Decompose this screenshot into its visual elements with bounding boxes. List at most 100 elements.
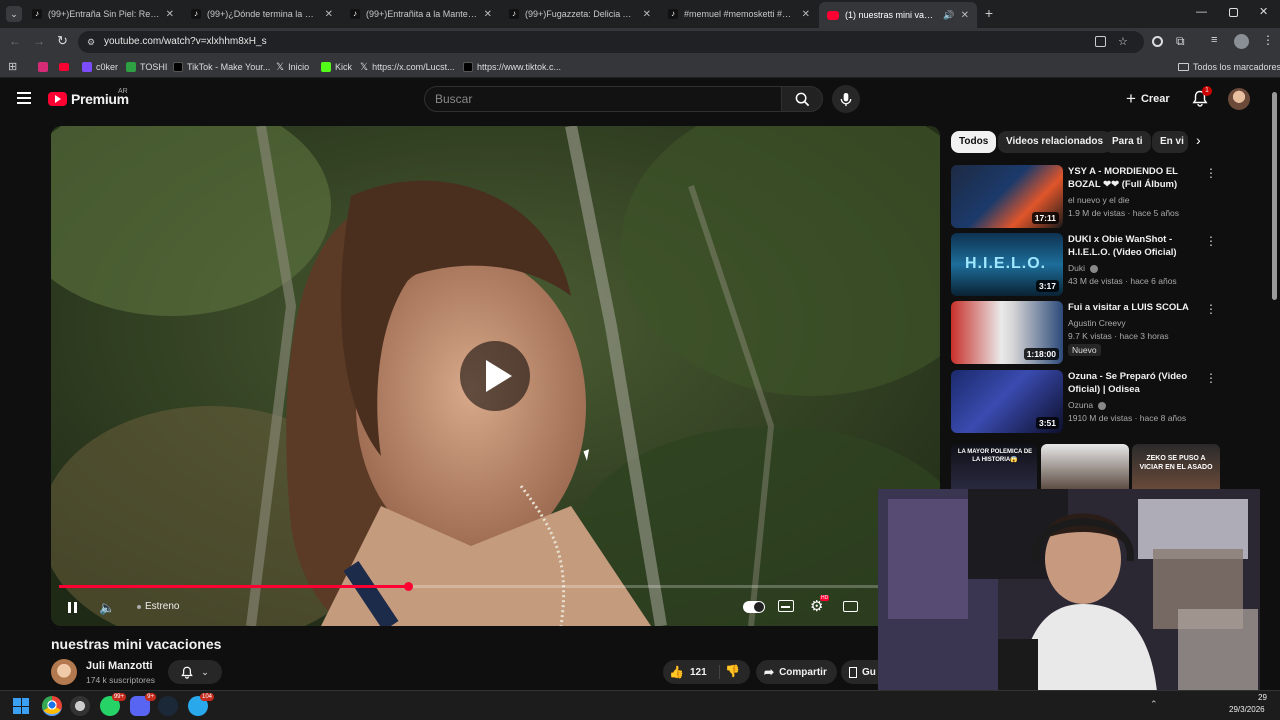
bookmark-c0ker[interactable]: c0ker [82,60,118,74]
more-options-icon[interactable]: ⋮ [1205,235,1217,247]
notifications-button[interactable]: 1 [1192,86,1212,112]
save-button[interactable]: Gu [841,660,878,684]
pause-button[interactable] [65,600,81,616]
share-button[interactable]: ➦ Compartir [756,660,837,684]
recommendation-title[interactable]: YSY A - MORDIENDO EL BOZAL ❤❤ (Full Álbu… [1068,165,1202,191]
close-window-icon[interactable]: ✕ [1259,5,1268,18]
whatsapp-taskbar-icon[interactable]: 99+ [100,693,126,716]
bookmark-kick[interactable]: Kick [321,60,352,74]
settings-button[interactable]: ⚙ HD [810,595,830,615]
browser-tab-active[interactable]: (1) nuestras mini vacacione 🔊 ✕ [819,2,977,28]
short-card[interactable]: LA MAYOR POLEMICA DE LA HISTORIA😱 [951,444,1037,490]
more-options-icon[interactable]: ⋮ [1205,372,1217,384]
discord-taskbar-icon[interactable]: 9+ [130,693,156,716]
autoplay-toggle[interactable] [743,601,765,613]
forward-icon[interactable]: → [33,34,45,48]
close-tab-icon[interactable]: ✕ [802,9,810,20]
video-thumbnail[interactable]: 17:11 [951,165,1063,228]
filter-chip-related[interactable]: Videos relacionados [998,131,1112,153]
recommendation-title[interactable]: Fui a visitar a LUIS SCOLA [1068,301,1202,314]
hamburger-menu-icon[interactable] [17,92,31,104]
close-tab-icon[interactable]: ✕ [484,9,492,20]
like-button[interactable]: 👍 121 [669,660,707,684]
create-button[interactable]: + Crear [1126,86,1170,112]
video-thumbnail[interactable]: H.I.E.L.O. 3:17 [951,233,1063,296]
start-button[interactable] [13,698,29,714]
recommendation-channel[interactable]: Ozuna [1068,399,1107,411]
account-avatar[interactable] [1228,88,1250,110]
speaker-icon[interactable]: 🔊 [943,10,954,21]
bookmark-tiktok[interactable]: TikTok - Make Your... [173,60,270,74]
restore-window-icon[interactable] [1229,8,1238,17]
reload-icon[interactable]: ↻ [57,33,68,49]
recommendation-item[interactable]: 3:51 Ozuna - Se Preparó (Video Oficial) … [951,370,1221,436]
big-play-button[interactable] [460,341,530,411]
chrome-taskbar-icon[interactable] [42,696,62,716]
recommendation-title[interactable]: Ozuna - Se Preparó (Video Oficial) | Odi… [1068,370,1202,396]
recommendation-channel[interactable]: Agustin Creevy [1068,317,1126,329]
voice-search-button[interactable] [832,85,860,113]
dislike-button[interactable]: 👎 [725,664,740,678]
install-app-icon[interactable] [1095,36,1106,47]
bookmark-toshi[interactable]: TOSHI [126,60,167,74]
recommendation-title[interactable]: DUKI x Obie WanShot - H.I.E.L.O. (Video … [1068,233,1202,259]
search-button[interactable] [781,86,823,112]
bookmark-tiktok-url[interactable]: https://www.tiktok.c... [463,60,561,74]
recommendation-item[interactable]: 17:11 YSY A - MORDIENDO EL BOZAL ❤❤ (Ful… [951,165,1221,231]
new-tab-button[interactable]: + [981,5,997,21]
close-tab-icon[interactable]: ✕ [961,10,969,21]
browser-tab[interactable]: ♪ #memuel #memosketti #marti ✕ [660,4,818,24]
profile-avatar[interactable] [1234,34,1249,49]
clock-time[interactable]: 29 [1258,693,1267,702]
browser-tab[interactable]: ♪ (99+)Entraña Sin Piel: Recetas y ✕ [24,4,182,24]
close-tab-icon[interactable]: ✕ [643,9,651,20]
video-thumbnail[interactable]: 1:18:00 [951,301,1063,364]
channel-avatar[interactable] [51,659,77,685]
search-input[interactable]: Buscar [424,86,782,112]
app-taskbar-icon[interactable] [70,696,90,716]
url-field[interactable]: ⚙ youtube.com/watch?v=xlxhhm8xH_s ☆ [78,31,1144,53]
back-icon[interactable]: ← [9,34,21,48]
bookmark-inicio[interactable]: 𝕏 Inicio [276,60,309,74]
media-control-icon[interactable]: ≡ [1211,34,1217,46]
subscribed-bell-button[interactable]: ⌄ [168,660,222,684]
theater-mode-button[interactable] [843,601,858,612]
channel-name[interactable]: Juli Manzotti [86,660,153,672]
site-info-icon[interactable]: ⚙ [87,31,95,53]
system-tray[interactable]: ⌃ [1150,699,1158,710]
browser-menu-icon[interactable]: ⋮ [1262,33,1274,47]
all-bookmarks-folder[interactable]: Todos los marcadores [1178,60,1280,74]
browser-tab[interactable]: ♪ (99+)¿Dónde termina la máscar ✕ [183,4,341,24]
tab-search-button[interactable]: ⌄ [6,6,22,22]
extensions-puzzle-icon[interactable]: ⧉ [1176,34,1185,49]
extension-icon[interactable] [1152,36,1163,47]
filter-chip-para-ti[interactable]: Para ti [1104,131,1151,153]
recommendation-item[interactable]: H.I.E.L.O. 3:17 DUKI x Obie WanShot - H.… [951,233,1221,299]
more-options-icon[interactable]: ⋮ [1205,303,1217,315]
bookmark-x-lucst[interactable]: 𝕏 https://x.com/Lucst... [360,60,455,74]
volume-button[interactable]: 🔈 [99,600,115,616]
chevron-right-icon[interactable]: › [1196,132,1201,148]
bookmark-youtube[interactable] [59,60,69,74]
filter-chip-todos[interactable]: Todos [951,131,997,153]
more-options-icon[interactable]: ⋮ [1205,167,1217,179]
page-scrollbar[interactable] [1272,92,1277,300]
bookmark-star-icon[interactable]: ☆ [1118,31,1128,53]
filter-chip-en-vivo[interactable]: En vi [1152,131,1188,153]
minimize-window-icon[interactable]: — [1196,6,1207,18]
recommendation-channel[interactable]: el nuevo y el die [1068,194,1129,206]
progress-bar[interactable] [59,582,932,591]
short-card[interactable] [1041,444,1129,490]
recommendation-item[interactable]: 1:18:00 Fui a visitar a LUIS SCOLA Agust… [951,301,1221,367]
close-tab-icon[interactable]: ✕ [325,9,333,20]
bookmark-instagram[interactable] [38,60,48,74]
subtitles-button[interactable] [778,600,794,612]
short-card[interactable]: ZEKO SE PUSO A VICIAR EN EL ASADO [1132,444,1220,490]
video-player[interactable]: 🔈 Estreno ⚙ HD [51,126,940,626]
steam-taskbar-icon[interactable] [158,696,178,716]
browser-tab[interactable]: ♪ (99+)Entrañita a la Manteca Ro ✕ [342,4,500,24]
youtube-logo[interactable]: Premium [48,91,129,107]
browser-tab[interactable]: ♪ (99+)Fugazzeta: Delicia Argenti ✕ [501,4,659,24]
close-tab-icon[interactable]: ✕ [166,9,174,20]
video-thumbnail[interactable]: 3:51 [951,370,1063,433]
